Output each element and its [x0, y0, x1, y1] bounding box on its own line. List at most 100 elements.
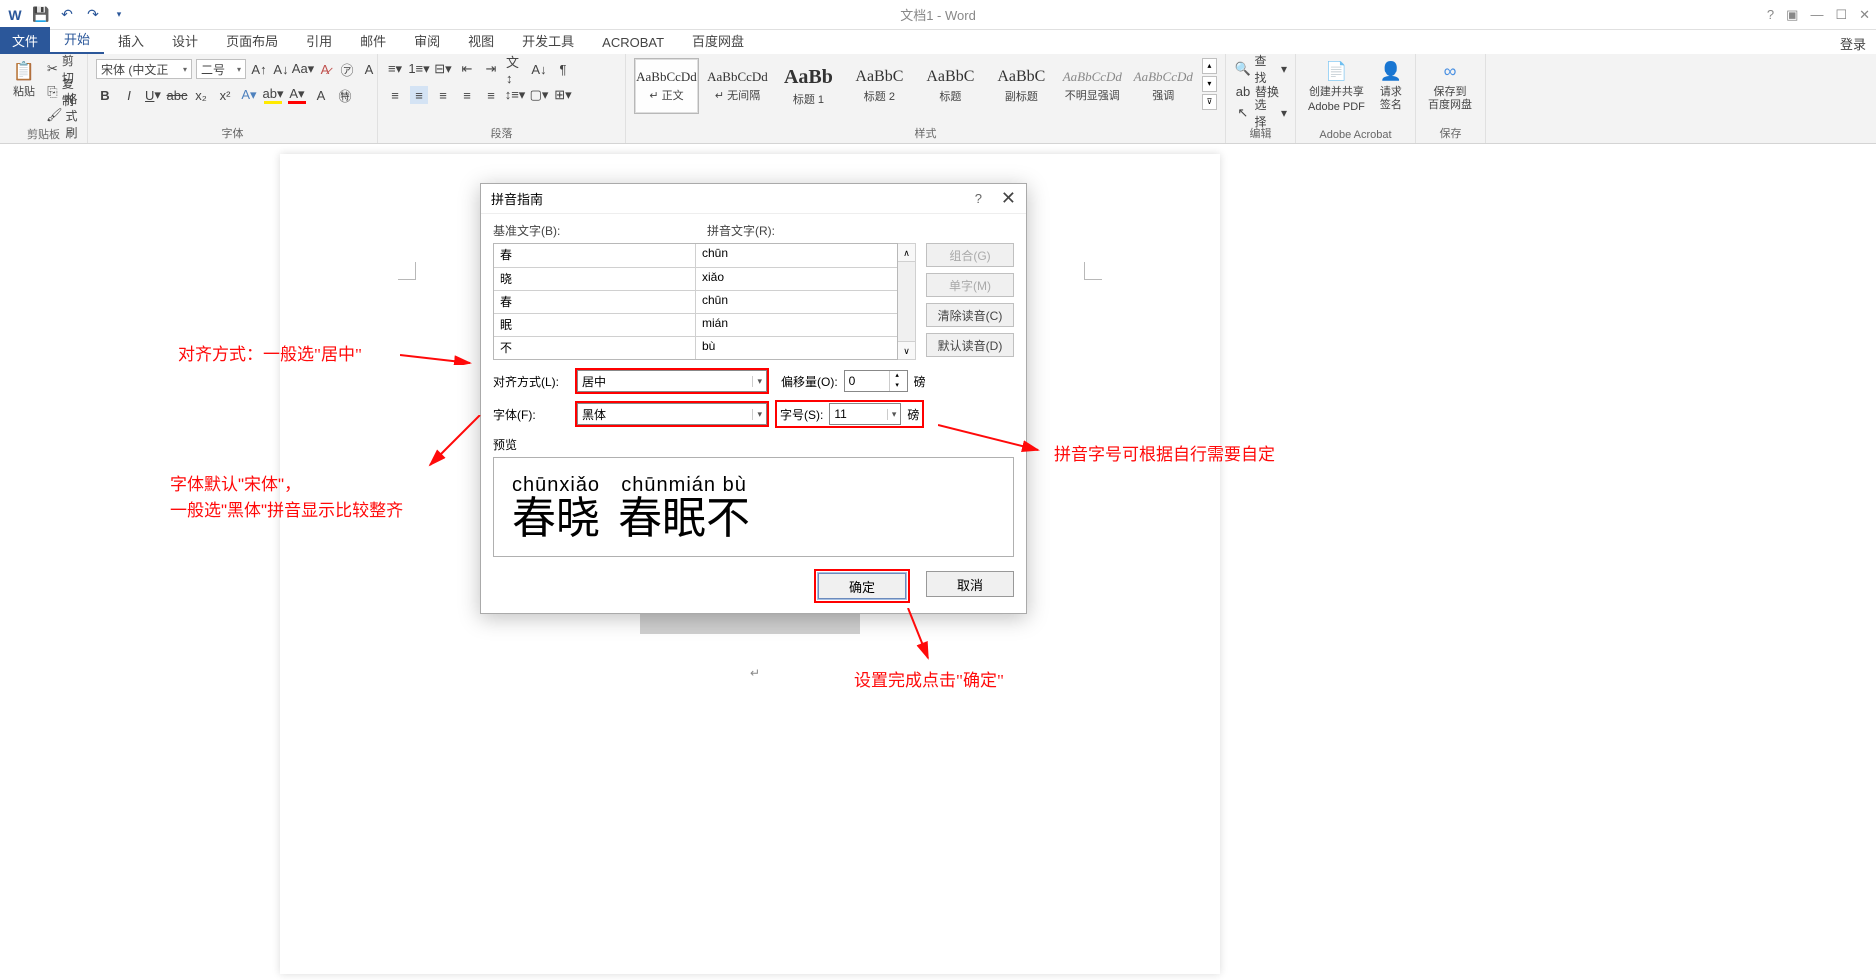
- clear-format-icon[interactable]: A̷: [316, 60, 334, 78]
- distribute-icon[interactable]: ≡: [482, 86, 500, 104]
- file-tab[interactable]: 文件: [0, 27, 50, 54]
- tab-baidu[interactable]: 百度网盘: [678, 27, 758, 54]
- dialog-close-icon[interactable]: ✕: [1001, 188, 1016, 209]
- ribbon-display-icon[interactable]: ▣: [1786, 7, 1798, 23]
- text-effect-icon[interactable]: A▾: [240, 86, 258, 104]
- qat-more-icon[interactable]: ▾: [108, 4, 130, 26]
- dialog-titlebar[interactable]: 拼音指南 ? ✕: [481, 184, 1026, 214]
- format-painter-button[interactable]: 🖌格式刷: [46, 104, 79, 126]
- ruby-cell[interactable]: xiǎo: [696, 268, 897, 290]
- font-name-combo[interactable]: 宋体 (中文正▾: [96, 59, 192, 79]
- justify-icon[interactable]: ≡: [458, 86, 476, 104]
- cancel-button[interactable]: 取消: [926, 571, 1014, 597]
- increase-indent-icon[interactable]: ⇥: [482, 60, 500, 78]
- grow-font-icon[interactable]: A↑: [250, 60, 268, 78]
- find-button[interactable]: 🔍查找▾: [1234, 58, 1287, 80]
- style-emphasis[interactable]: AaBbCcDd强调: [1131, 58, 1196, 114]
- tab-references[interactable]: 引用: [292, 27, 346, 54]
- tab-acrobat[interactable]: ACROBAT: [588, 31, 678, 54]
- style-normal[interactable]: AaBbCcDd↵ 正文: [634, 58, 699, 114]
- align-right-icon[interactable]: ≡: [434, 86, 452, 104]
- ruby-cell[interactable]: chūn: [696, 244, 897, 267]
- redo-icon[interactable]: ↷: [82, 4, 104, 26]
- style-heading2[interactable]: AaBbC标题 2: [847, 58, 912, 114]
- base-cell[interactable]: 春: [494, 291, 696, 313]
- align-combo[interactable]: 居中▾: [577, 370, 767, 392]
- ruby-grid[interactable]: 春chūn 晓xiǎo 春chūn 眠mián 不bù: [493, 243, 898, 360]
- shading-icon[interactable]: ▢▾: [530, 86, 548, 104]
- ok-button[interactable]: 确定: [818, 573, 906, 599]
- font-size-combo[interactable]: 二号▾: [196, 59, 246, 79]
- bold-icon[interactable]: B: [96, 86, 114, 104]
- base-cell[interactable]: 不: [494, 337, 696, 359]
- align-center-icon[interactable]: ≡: [410, 86, 428, 104]
- minimize-icon[interactable]: —: [1810, 7, 1823, 22]
- style-title[interactable]: AaBbC标题: [918, 58, 983, 114]
- close-icon[interactable]: ✕: [1859, 7, 1870, 23]
- base-cell[interactable]: 眠: [494, 314, 696, 336]
- tab-design[interactable]: 设计: [158, 27, 212, 54]
- ruby-cell[interactable]: mián: [696, 314, 897, 336]
- style-subtle-emphasis[interactable]: AaBbCcDd不明显强调: [1060, 58, 1125, 114]
- superscript-icon[interactable]: x²: [216, 86, 234, 104]
- grid-scrollbar[interactable]: ∧∨: [898, 243, 916, 360]
- style-scroll[interactable]: ▴▾⊽: [1202, 58, 1217, 110]
- tab-layout[interactable]: 页面布局: [212, 27, 292, 54]
- show-marks-icon[interactable]: ¶: [554, 60, 572, 78]
- enclose-char-icon[interactable]: ㊕: [336, 86, 354, 104]
- shrink-font-icon[interactable]: A↓: [272, 60, 290, 78]
- create-pdf-button[interactable]: 📄创建并共享Adobe PDF: [1304, 58, 1369, 116]
- dialog-help-icon[interactable]: ?: [975, 191, 982, 206]
- tab-review[interactable]: 审阅: [400, 27, 454, 54]
- highlight-icon[interactable]: ab▾: [264, 86, 282, 104]
- group-button[interactable]: 组合(G): [926, 243, 1014, 267]
- change-case-icon[interactable]: Aa▾: [294, 60, 312, 78]
- document-title: 文档1 - Word: [900, 5, 976, 24]
- tab-mailings[interactable]: 邮件: [346, 27, 400, 54]
- save-icon[interactable]: 💾: [30, 4, 52, 26]
- tab-developer[interactable]: 开发工具: [508, 27, 588, 54]
- login-link[interactable]: 登录: [1840, 34, 1866, 53]
- font-color-icon[interactable]: A▾: [288, 86, 306, 104]
- single-button[interactable]: 单字(M): [926, 273, 1014, 297]
- bullets-icon[interactable]: ≡▾: [386, 60, 404, 78]
- default-ruby-button[interactable]: 默认读音(D): [926, 333, 1014, 357]
- style-nospacing[interactable]: AaBbCcDd↵ 无间隔: [705, 58, 770, 114]
- help-icon[interactable]: ?: [1767, 7, 1774, 22]
- ruby-cell[interactable]: chūn: [696, 291, 897, 313]
- base-cell[interactable]: 春: [494, 244, 696, 267]
- maximize-icon[interactable]: ☐: [1835, 7, 1847, 23]
- tab-home[interactable]: 开始: [50, 25, 104, 54]
- text-direction-icon[interactable]: 文↕: [506, 60, 524, 78]
- clear-ruby-button[interactable]: 清除读音(C): [926, 303, 1014, 327]
- paste-button[interactable]: 📋 粘贴: [8, 58, 40, 101]
- ruby-size-combo[interactable]: 11▾: [829, 403, 901, 425]
- select-button[interactable]: ↖选择▾: [1234, 102, 1287, 124]
- borders-icon[interactable]: ⊞▾: [554, 86, 572, 104]
- save-baidu-button[interactable]: ∞保存到 百度网盘: [1424, 58, 1476, 114]
- multilevel-icon[interactable]: ⊟▾: [434, 60, 452, 78]
- align-left-icon[interactable]: ≡: [386, 86, 404, 104]
- char-shading-icon[interactable]: A: [312, 86, 330, 104]
- style-heading1[interactable]: AaBb标题 1: [776, 58, 841, 114]
- request-sign-button[interactable]: 👤请求 签名: [1375, 58, 1407, 114]
- tab-view[interactable]: 视图: [454, 27, 508, 54]
- italic-icon[interactable]: I: [120, 86, 138, 104]
- numbering-icon[interactable]: 1≡▾: [410, 60, 428, 78]
- line-spacing-icon[interactable]: ↕≡▾: [506, 86, 524, 104]
- offset-input[interactable]: [845, 374, 889, 388]
- subscript-icon[interactable]: x₂: [192, 86, 210, 104]
- style-subtitle[interactable]: AaBbC副标题: [989, 58, 1054, 114]
- undo-icon[interactable]: ↶: [56, 4, 78, 26]
- strike-icon[interactable]: abc: [168, 86, 186, 104]
- offset-spinner[interactable]: ▴▾: [844, 370, 908, 392]
- ruby-cell[interactable]: bù: [696, 337, 897, 359]
- sort-icon[interactable]: A↓: [530, 60, 548, 78]
- char-border-icon[interactable]: A: [360, 60, 378, 78]
- decrease-indent-icon[interactable]: ⇤: [458, 60, 476, 78]
- underline-icon[interactable]: U▾: [144, 86, 162, 104]
- phonetic-guide-icon[interactable]: ㋐: [338, 60, 356, 78]
- ruby-font-combo[interactable]: 黑体▾: [577, 403, 767, 425]
- tab-insert[interactable]: 插入: [104, 27, 158, 54]
- base-cell[interactable]: 晓: [494, 268, 696, 290]
